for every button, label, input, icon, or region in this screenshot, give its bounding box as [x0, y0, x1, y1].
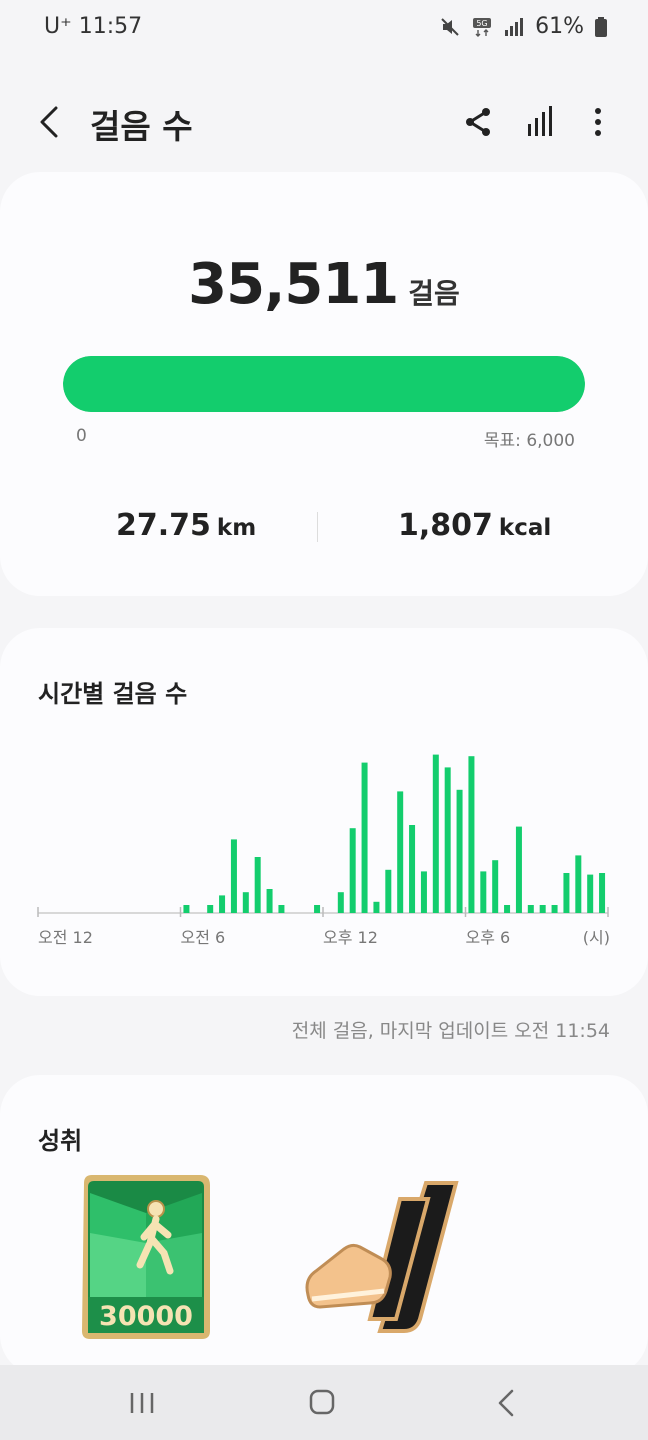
chart-bar	[504, 905, 511, 913]
shoe-badge[interactable]	[300, 1179, 464, 1335]
x-tick-label: (시)	[583, 928, 610, 947]
steps-summary-card: 35,511 걸음 0 목표: 6,000 27.75 km 1,807 kcal	[0, 172, 648, 596]
distance-unit: km	[216, 515, 257, 541]
steps-count: 35,511	[188, 252, 399, 317]
hourly-steps-chart: 오전 12 오전 6 오후 12 오후 6 (시)	[37, 754, 610, 947]
chart-bar	[397, 791, 404, 913]
chart-bar	[254, 857, 261, 913]
stat-divider	[317, 512, 318, 542]
chart-icon[interactable]	[522, 104, 558, 140]
chart-bar	[409, 825, 416, 913]
chart-bar	[599, 873, 606, 913]
app-header: 걸음 수	[0, 90, 648, 154]
battery-icon	[595, 16, 607, 37]
walker-badge[interactable]: 30000	[76, 1173, 216, 1341]
distance-value: 27.75	[116, 508, 211, 543]
chart-bar	[444, 767, 451, 913]
chart-bar	[468, 756, 475, 913]
calories-unit: kcal	[498, 515, 552, 541]
chart-bar	[278, 905, 285, 913]
x-tick-label: 오전 6	[181, 928, 226, 947]
calories-value: 1,807	[398, 508, 493, 543]
chart-bar	[539, 905, 546, 913]
x-tick-label: 오후 12	[323, 928, 378, 947]
chart-bar	[361, 762, 368, 913]
chart-bar	[527, 905, 534, 913]
chart-bar	[266, 889, 273, 913]
achievements-title: 성취	[38, 1127, 83, 1155]
signal-icon	[505, 17, 524, 36]
goal-label[interactable]: 목표: 6,000	[484, 426, 575, 451]
update-note: 전체 걸음, 마지막 업데이트 오전 11:54	[291, 1020, 610, 1042]
chart-bar	[219, 895, 226, 913]
chart-bar	[373, 901, 380, 913]
chart-bar	[183, 905, 190, 913]
chart-bar	[432, 754, 439, 913]
chart-bar	[385, 869, 392, 913]
status-bar: U⁺ 11:57 5G 61%	[0, 0, 648, 56]
chart-bar	[456, 789, 463, 913]
chart-bar	[563, 873, 570, 913]
mute-icon	[441, 17, 459, 36]
recent-apps-icon[interactable]	[122, 1385, 162, 1421]
steps-unit: 걸음	[408, 277, 460, 310]
chart-bar	[515, 826, 522, 913]
back-nav-icon[interactable]	[486, 1385, 526, 1421]
chart-bar	[551, 905, 558, 913]
chart-bar	[492, 860, 499, 913]
distance-stat: 27.75 km	[116, 508, 256, 543]
system-nav-bar	[0, 1365, 648, 1440]
steps-progress-fill	[63, 356, 585, 412]
badge-label: 30000	[99, 1301, 193, 1332]
achievements-card: 성취 30000	[0, 1075, 648, 1375]
carrier-time: U⁺ 11:57	[44, 14, 143, 39]
chart-bar	[242, 892, 249, 913]
chart-bar	[349, 828, 356, 913]
hourly-steps-card[interactable]: 시간별 걸음 수 오전 12 오전 6 오후 12 오후 6 (시)	[0, 628, 648, 996]
more-icon[interactable]	[580, 104, 616, 140]
chart-bar	[337, 892, 344, 913]
chart-bar	[230, 839, 237, 913]
calories-stat: 1,807 kcal	[398, 508, 551, 543]
chart-bar	[587, 874, 594, 913]
chart-bar	[420, 871, 427, 913]
back-icon[interactable]	[34, 102, 66, 142]
home-icon[interactable]	[302, 1385, 342, 1421]
steps-total: 35,511 걸음	[0, 252, 648, 317]
svg-text:5G: 5G	[476, 19, 487, 28]
battery-percent: 61%	[535, 14, 584, 39]
chart-bar	[314, 905, 321, 913]
page-title: 걸음 수	[90, 107, 193, 146]
chart-bar	[575, 855, 582, 913]
chart-bar	[207, 905, 214, 913]
status-icons: 5G 61%	[439, 14, 608, 39]
progress-min-label: 0	[76, 426, 87, 446]
chart-bar	[480, 871, 487, 913]
steps-progress-bar	[63, 356, 585, 412]
x-tick-label: 오후 6	[466, 928, 511, 947]
5g-icon: 5G	[473, 17, 492, 37]
share-icon[interactable]	[460, 104, 496, 140]
x-tick-label: 오전 12	[38, 928, 93, 947]
